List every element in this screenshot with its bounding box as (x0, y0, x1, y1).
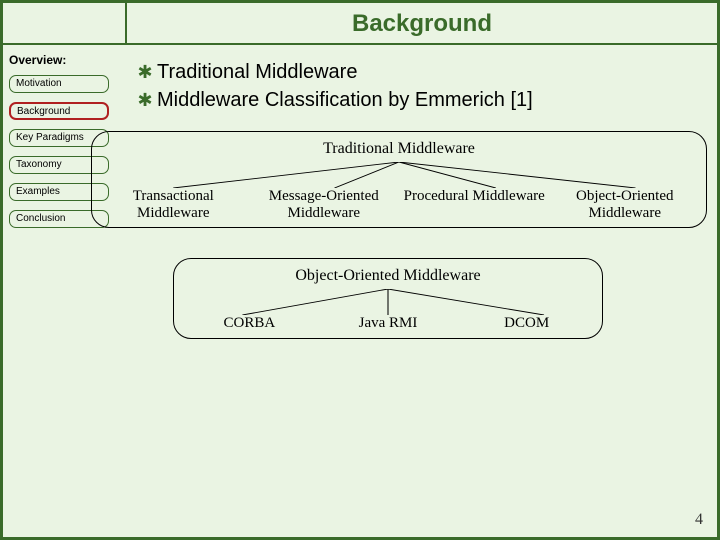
tree-leaf: Procedural Middleware (399, 188, 550, 221)
page-title: Background (127, 3, 717, 43)
sidebar: Overview: Motivation Background Key Para… (3, 45, 127, 537)
tree-traditional-middleware: Traditional Middleware Transactional Mid… (91, 131, 707, 228)
tree-root-label: Object-Oriented Middleware (180, 267, 596, 285)
tree-root-label: Traditional Middleware (98, 140, 700, 158)
sidebar-item-motivation[interactable]: Motivation (9, 75, 109, 93)
slide: Background Overview: Motivation Backgrou… (0, 0, 720, 540)
tree-leaf: CORBA (180, 315, 319, 332)
bullet-item: ✱ Middleware Classification by Emmerich … (133, 87, 707, 113)
sidebar-heading: Overview: (9, 53, 121, 67)
tree-children: Transactional Middleware Message-Oriente… (98, 188, 700, 221)
body: Overview: Motivation Background Key Para… (3, 45, 717, 537)
bullet-item: ✱ Traditional Middleware (133, 59, 707, 85)
tree-connectors (98, 162, 700, 188)
tree-leaf: Java RMI (319, 315, 458, 332)
star-icon: ✱ (133, 59, 157, 85)
sidebar-item-background[interactable]: Background (9, 102, 109, 120)
header: Background (3, 3, 717, 45)
tree-connectors (180, 289, 596, 315)
tree-leaf: Message-Oriented Middleware (249, 188, 400, 221)
content-area: ✱ Traditional Middleware ✱ Middleware Cl… (127, 45, 717, 537)
page-number: 4 (695, 511, 703, 529)
bullet-text: Traditional Middleware (157, 59, 357, 85)
tree-object-oriented-middleware: Object-Oriented Middleware CORBA Java RM… (173, 258, 603, 339)
tree-leaf: Transactional Middleware (98, 188, 249, 221)
tree-leaf: DCOM (457, 315, 596, 332)
tree-leaf: Object-Oriented Middleware (550, 188, 701, 221)
bullet-list: ✱ Traditional Middleware ✱ Middleware Cl… (133, 59, 707, 113)
header-logo-area (3, 3, 127, 43)
tree-children: CORBA Java RMI DCOM (180, 315, 596, 332)
bullet-text: Middleware Classification by Emmerich [1… (157, 87, 533, 113)
star-icon: ✱ (133, 87, 157, 113)
